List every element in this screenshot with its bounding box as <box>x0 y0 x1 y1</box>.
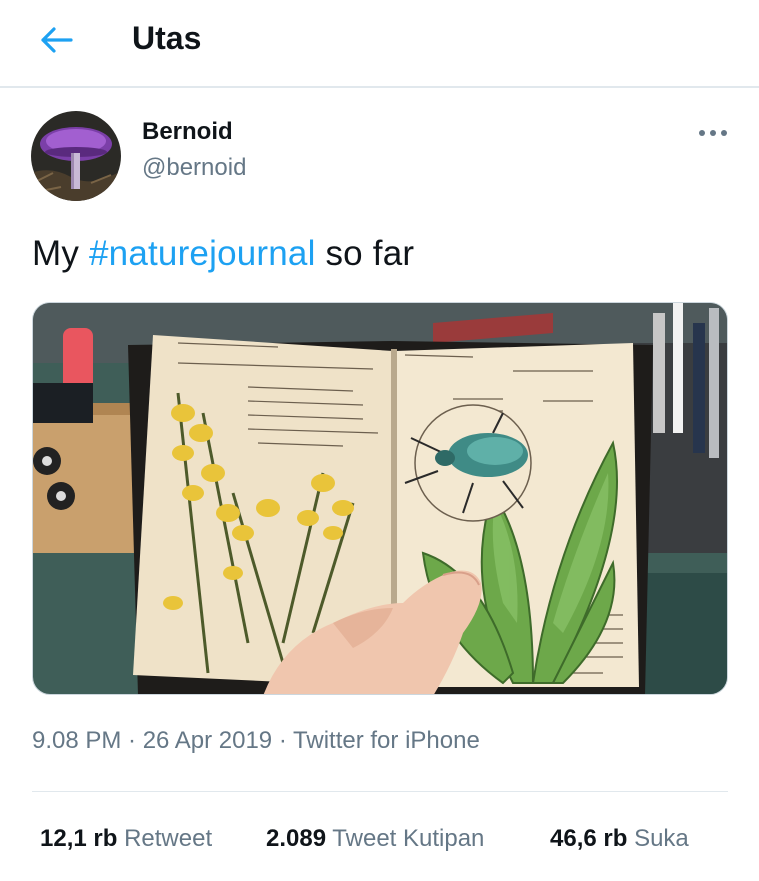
retweets-count: 12,1 rb <box>40 825 118 852</box>
quotes-count: 2.089 <box>266 825 327 852</box>
author-name[interactable]: Bernoid <box>142 117 233 147</box>
more-options-icon <box>699 130 727 136</box>
tweet-text-before: My <box>32 234 89 273</box>
quotes-label: Tweet Kutipan <box>332 825 485 852</box>
tweet-text: My #naturejournal so far <box>32 231 414 277</box>
tweet-text-after: so far <box>315 234 415 273</box>
more-options-button[interactable] <box>692 118 734 148</box>
divider <box>32 791 728 792</box>
nature-journal-image <box>33 303 727 694</box>
likes-count: 46,6 rb <box>550 825 628 852</box>
tweet-media-video[interactable] <box>32 302 728 695</box>
tweet-timestamp: 9.08 PM · 26 Apr 2019 · Twitter for iPho… <box>32 727 480 754</box>
retweets-stat[interactable]: 12,1 rb Retweet <box>40 822 212 856</box>
likes-label: Suka <box>634 825 689 852</box>
back-arrow-icon <box>41 27 73 53</box>
author-handle[interactable]: @bernoid <box>142 153 246 183</box>
quotes-stat[interactable]: 2.089 Tweet Kutipan <box>266 822 484 856</box>
likes-stat[interactable]: 46,6 rb Suka <box>550 822 689 856</box>
page-title: Utas <box>132 20 202 56</box>
avatar[interactable] <box>31 111 121 201</box>
tweet-stats: 12,1 rb Retweet 2.089 Tweet Kutipan 46,6… <box>32 822 732 856</box>
hashtag-link[interactable]: #naturejournal <box>89 234 316 273</box>
top-bar: Utas <box>0 0 759 88</box>
mushroom-avatar-image <box>31 111 121 201</box>
back-button[interactable] <box>34 20 78 60</box>
retweets-label: Retweet <box>124 825 213 852</box>
